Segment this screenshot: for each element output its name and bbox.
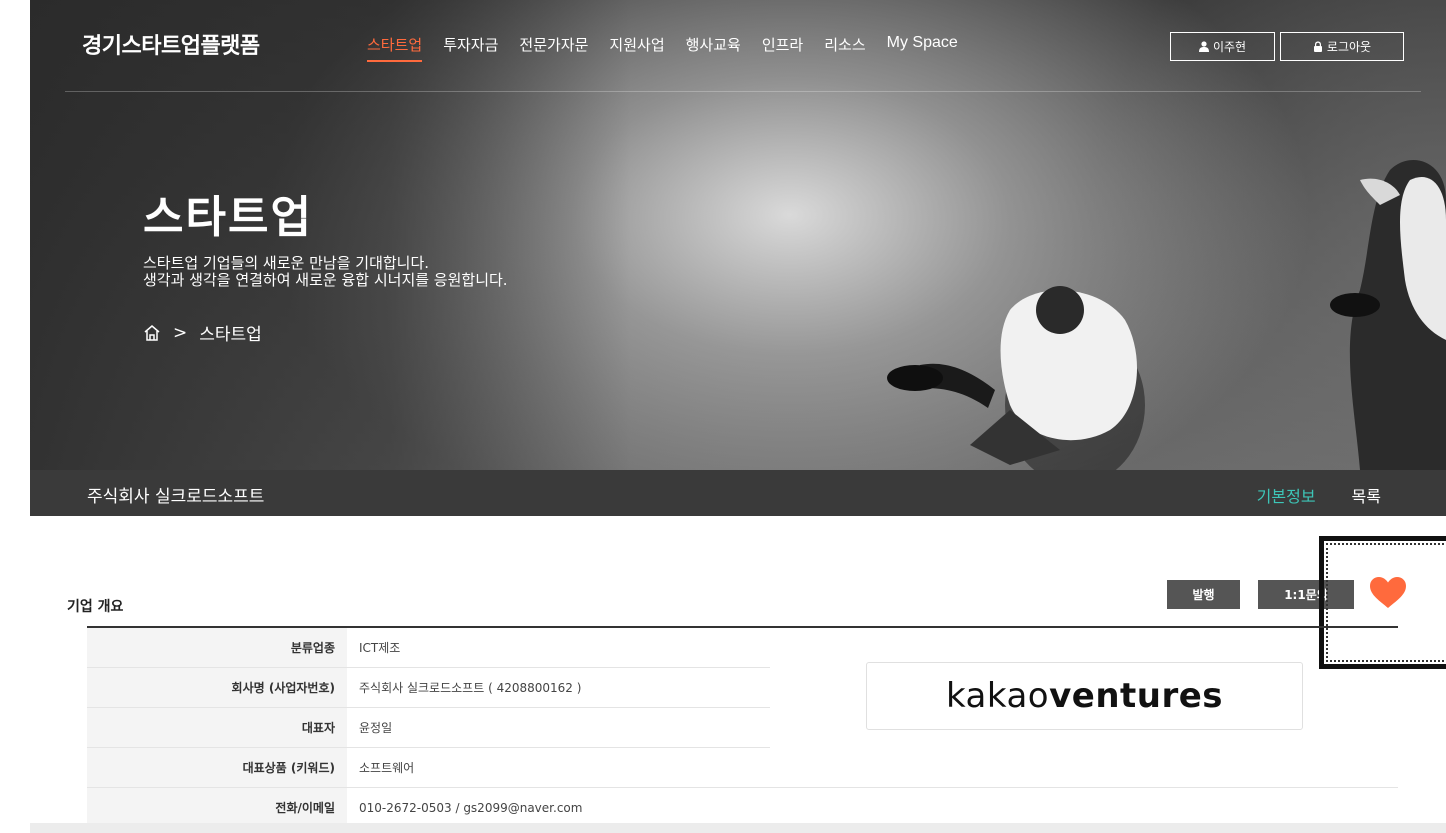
- row-label: 전화/이메일: [87, 788, 347, 828]
- lock-icon: [1313, 41, 1322, 52]
- hero-figure-walking: [887, 286, 1145, 470]
- user-profile-button[interactable]: 이주현: [1170, 32, 1275, 61]
- tab-basic-info[interactable]: 기본정보: [1257, 483, 1316, 507]
- row-label: 분류업종: [87, 628, 347, 668]
- heart-icon[interactable]: [1368, 576, 1408, 610]
- table-row: 회사명 (사업자번호) 주식회사 실크로드소프트 ( 4208800162 ): [87, 668, 770, 708]
- site-logo[interactable]: 경기스타트업플랫폼: [82, 28, 260, 60]
- menu-item-infra[interactable]: 인프라: [762, 34, 803, 55]
- menu-item-events[interactable]: 행사교육: [686, 34, 741, 55]
- table-row: 전화/이메일 010-2672-0503 / gs2099@naver.com: [87, 788, 1398, 828]
- bottom-scroll-area: [30, 823, 1446, 833]
- main-menu: 스타트업 투자자금 전문가자문 지원사업 행사교육 인프라 리소스 My Spa…: [367, 34, 979, 62]
- hero-title: 스타트업: [143, 192, 313, 243]
- hero-description: 스타트업 기업들의 새로운 만남을 기대합니다. 생각과 생각을 연결하여 새로…: [143, 255, 508, 289]
- company-logo-box: kakao ventures: [866, 662, 1303, 730]
- home-icon[interactable]: [143, 324, 161, 342]
- menu-item-support[interactable]: 지원사업: [609, 34, 664, 55]
- row-label: 대표상품 (키워드): [87, 748, 347, 788]
- row-label: 회사명 (사업자번호): [87, 668, 347, 708]
- company-name: 주식회사 실크로드소프트: [87, 487, 265, 507]
- section-title: 기업 개요: [67, 599, 124, 615]
- nav-divider: [65, 91, 1421, 92]
- company-subbar: 주식회사 실크로드소프트 기본정보 목록: [30, 470, 1446, 516]
- row-value: 소프트웨어: [347, 748, 1398, 788]
- menu-item-investment[interactable]: 투자자금: [443, 34, 498, 55]
- row-value: ICT제조: [347, 628, 770, 668]
- logout-label: 로그아웃: [1326, 40, 1372, 54]
- menu-item-resource[interactable]: 리소스: [824, 34, 865, 55]
- tab-list[interactable]: 목록: [1352, 483, 1381, 507]
- table-row: 분류업종 ICT제조: [87, 628, 770, 668]
- menu-item-expert[interactable]: 전문가자문: [519, 34, 588, 55]
- user-name: 이주현: [1212, 40, 1247, 54]
- menu-item-myspace[interactable]: My Space: [887, 34, 958, 55]
- breadcrumb: > 스타트업: [143, 320, 262, 345]
- issue-button[interactable]: 발행: [1167, 580, 1240, 609]
- hero-desc-line-2: 생각과 생각을 연결하여 새로운 융합 시너지를 응원합니다.: [143, 271, 508, 289]
- row-value: 주식회사 실크로드소프트 ( 4208800162 ): [347, 668, 770, 708]
- company-logo-text-b: ventures: [1049, 676, 1224, 716]
- table-row: 대표상품 (키워드) 소프트웨어: [87, 748, 1398, 788]
- hero-desc-line-1: 스타트업 기업들의 새로운 만남을 기대합니다.: [143, 254, 430, 272]
- hero-figure-right: [1330, 160, 1446, 470]
- table-row: 대표자 윤정일: [87, 708, 770, 748]
- user-icon: [1198, 41, 1209, 52]
- row-label: 대표자: [87, 708, 347, 748]
- logout-button[interactable]: 로그아웃: [1280, 32, 1404, 61]
- row-value: 윤정일: [347, 708, 770, 748]
- company-tabs: 기본정보 목록: [1257, 483, 1381, 507]
- row-value: 010-2672-0503 / gs2099@naver.com: [347, 788, 1398, 828]
- breadcrumb-separator: >: [173, 322, 188, 343]
- company-logo-text-a: kakao: [945, 676, 1050, 716]
- top-navigation: 경기스타트업플랫폼 스타트업 투자자금 전문가자문 지원사업 행사교육 인프라 …: [30, 0, 1446, 92]
- menu-item-startup[interactable]: 스타트업: [367, 34, 423, 62]
- breadcrumb-current[interactable]: 스타트업: [199, 320, 262, 345]
